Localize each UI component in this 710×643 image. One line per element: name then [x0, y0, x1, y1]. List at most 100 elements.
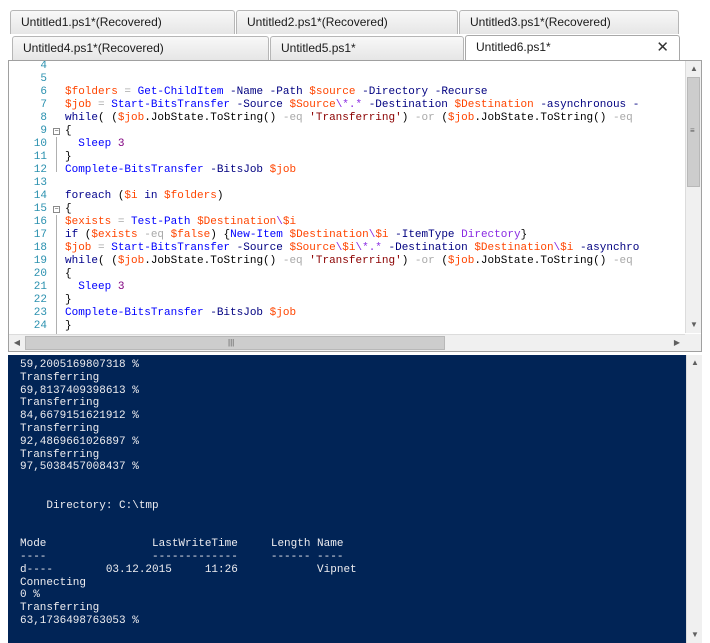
console-line: Mode LastWriteTime Length Name — [20, 538, 344, 551]
code-token: ( — [434, 255, 448, 267]
code-area[interactable]: $folders = Get-ChildItem -Name -Path $so… — [65, 61, 687, 333]
scroll-down-icon[interactable]: ▼ — [686, 317, 701, 333]
scroll-right-icon[interactable]: ▶ — [669, 335, 685, 351]
line-number: 17 — [33, 229, 47, 241]
console-pane[interactable]: 59,2005169807318 % Transferring 69,8137409… — [8, 355, 702, 643]
line-number: 6 — [40, 86, 47, 98]
line-number: 18 — [33, 242, 47, 254]
code-token: 3 — [117, 281, 125, 293]
scroll-left-icon[interactable]: ◀ — [9, 335, 25, 351]
code-token: -Directory -Recurse — [355, 86, 488, 98]
code-line: } — [65, 151, 72, 164]
code-line: Sleep 3 — [65, 281, 124, 294]
code-token: while — [65, 255, 99, 267]
code-line: { — [65, 125, 72, 138]
code-token: $job — [447, 255, 475, 267]
console-line: 84,6679151621912 % — [20, 410, 139, 423]
code-token: $Destination — [474, 242, 554, 254]
code-token: $i — [124, 190, 138, 202]
line-number: 12 — [33, 164, 47, 176]
code-token: Complete-BitsTransfer — [65, 307, 204, 319]
console-output: 59,2005169807318 % Transferring 69,8137409… — [20, 359, 680, 628]
tab-label: Untitled2.ps1*(Recovered) — [247, 15, 388, 29]
tab-untitled5[interactable]: Untitled5.ps1* — [270, 36, 464, 60]
code-token: -or — [414, 255, 435, 267]
code-token: \ — [276, 216, 283, 228]
line-number: 11 — [33, 151, 47, 163]
scroll-up-icon[interactable]: ▲ — [687, 355, 702, 371]
tab-label: Untitled5.ps1* — [281, 41, 356, 55]
fold-guide — [56, 137, 57, 172]
horizontal-scroll-thumb[interactable] — [25, 336, 445, 350]
console-vertical-scrollbar[interactable]: ▲ ▼ — [686, 355, 702, 643]
code-token: 3 — [117, 138, 125, 150]
code-token: ) — [401, 255, 415, 267]
tab-untitled6[interactable]: Untitled6.ps1* ✕ — [465, 35, 680, 61]
code-token: $exists — [65, 216, 112, 228]
code-token: ) { — [210, 229, 231, 241]
fold-toggle-icon[interactable]: − — [53, 128, 60, 135]
line-number: 21 — [33, 281, 47, 293]
scroll-up-icon[interactable]: ▲ — [686, 61, 701, 77]
code-token: .JobState.ToString() — [474, 255, 613, 267]
code-token: $Source — [289, 242, 336, 254]
editor-horizontal-scrollbar[interactable]: ◀ ||| ▶ — [9, 334, 685, 351]
code-token: $folders — [164, 190, 217, 202]
console-line: Transferring — [20, 397, 100, 410]
code-token: $job — [269, 307, 297, 319]
line-number: 9 — [40, 125, 47, 137]
line-number: 14 — [33, 190, 47, 202]
vertical-grip-icon: ≡ — [690, 126, 695, 135]
code-token: $i — [342, 242, 356, 254]
code-token: if — [65, 229, 79, 241]
tab-untitled2[interactable]: Untitled2.ps1*(Recovered) — [236, 10, 458, 34]
code-token: $job — [269, 164, 297, 176]
code-token: Complete-BitsTransfer — [65, 164, 204, 176]
code-token: { — [65, 125, 72, 137]
script-editor[interactable]: 4 5 6 7 8 9 10 11 12 13 14 15 16 17 18 19 20 21 22 23 24 − − $… — [8, 60, 702, 352]
close-tab-icon[interactable]: ✕ — [656, 36, 669, 60]
code-token: $source — [309, 86, 356, 98]
code-token: .JobState.ToString() — [144, 255, 283, 267]
code-token: $i — [282, 216, 297, 228]
fold-guide — [56, 215, 57, 341]
code-line: Complete-BitsTransfer -BitsJob $job — [65, 164, 296, 177]
tab-untitled3[interactable]: Untitled3.ps1*(Recovered) — [459, 10, 679, 34]
scroll-corner — [685, 334, 701, 351]
code-token: -Source — [230, 99, 290, 111]
code-line: { — [65, 268, 72, 281]
line-number: 23 — [33, 307, 47, 319]
fold-toggle-icon[interactable]: − — [53, 206, 60, 213]
console-line: Connecting — [20, 576, 87, 589]
line-number: 13 — [33, 177, 47, 189]
line-number: 8 — [40, 112, 47, 124]
code-token: -or — [414, 112, 435, 124]
console-line: 97,5038457008437 % — [20, 461, 139, 474]
code-token: -eq — [137, 229, 171, 241]
editor-vertical-scrollbar[interactable]: ▲ ≡ ▼ — [685, 61, 701, 333]
code-token: $folders — [65, 86, 118, 98]
code-token: $job — [65, 242, 92, 254]
code-line: $exists = Test-Path $Destination\$i — [65, 216, 296, 229]
code-token: ( ( — [98, 112, 118, 124]
code-token: -eq — [282, 112, 303, 124]
code-token: Start-BitsTransfer — [111, 99, 231, 111]
code-token: -Source — [230, 242, 290, 254]
code-token: ( ( — [98, 255, 118, 267]
code-token: 'Transferring' — [309, 112, 402, 124]
console-line: Transferring — [20, 448, 100, 461]
code-token: ( — [434, 112, 448, 124]
code-token: $job — [117, 112, 145, 124]
console-line: d---- 03.12.2015 11:26 Vipnet — [20, 563, 357, 576]
line-number: 24 — [33, 320, 47, 332]
tab-untitled4[interactable]: Untitled4.ps1*(Recovered) — [12, 36, 269, 60]
tab-untitled1[interactable]: Untitled1.ps1*(Recovered) — [10, 10, 235, 34]
scroll-down-icon[interactable]: ▼ — [687, 627, 702, 643]
code-line: foreach ($i in $folders) — [65, 190, 223, 203]
code-line: $job = Start-BitsTransfer -Source $Sourc… — [65, 99, 639, 112]
code-token: { — [65, 268, 72, 280]
code-token: 'Transferring' — [309, 255, 402, 267]
